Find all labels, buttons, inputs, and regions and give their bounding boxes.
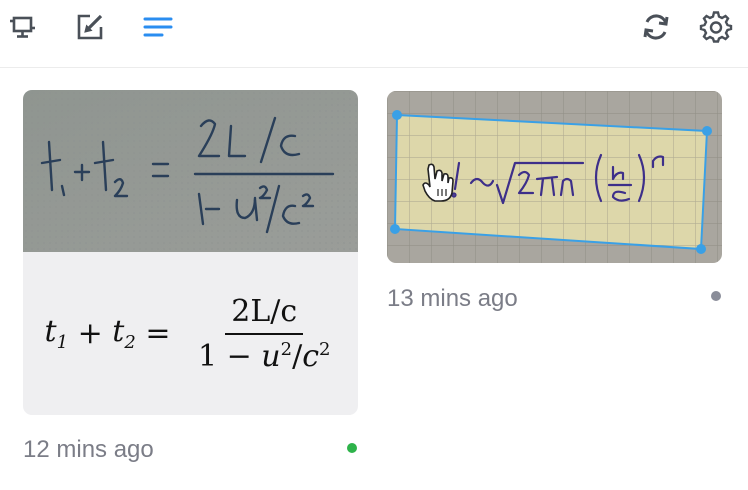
status-dot (347, 443, 357, 453)
screen-capture-icon[interactable] (5, 10, 39, 44)
edit-icon[interactable] (73, 10, 107, 44)
status-dot (711, 291, 721, 301)
timestamp: 13 mins ago (387, 285, 518, 312)
equation-numerator: 2L/c (225, 294, 304, 335)
toolbar (0, 0, 748, 68)
handwriting-photo (23, 90, 358, 252)
handwriting-photo (387, 91, 722, 263)
equation-denominator: 1 − u2/c2 (198, 338, 331, 374)
equation-equals: = (135, 316, 180, 351)
sync-icon[interactable] (639, 10, 673, 44)
equation-lhs-t1: t1 (44, 314, 69, 353)
equation-fraction: 2L/c 1 − u2/c2 (192, 294, 336, 374)
timestamp: 12 mins ago (23, 436, 154, 463)
history-card[interactable]: t1 + t2 = 2L/c 1 − u2/c2 (23, 90, 358, 415)
list-icon[interactable] (141, 10, 175, 44)
equation-plus: + (68, 316, 113, 351)
gear-icon[interactable] (699, 10, 733, 44)
equation-lhs-t2: t2 (112, 314, 136, 353)
history-card[interactable] (387, 91, 722, 263)
rendered-equation: t1 + t2 = 2L/c 1 − u2/c2 (23, 252, 358, 415)
